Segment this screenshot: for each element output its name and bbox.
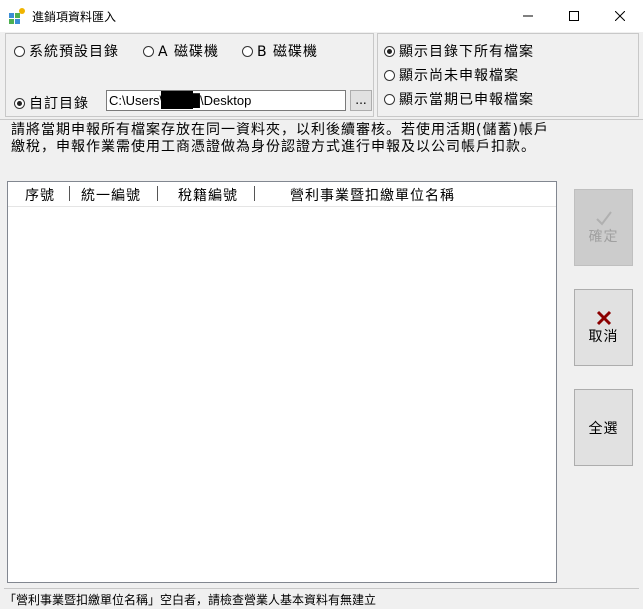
check-icon [595, 210, 612, 226]
radio-all-files[interactable]: 顯示目錄下所有檔案 [384, 41, 534, 61]
radio-indicator [14, 97, 25, 109]
column-header-tax-id[interactable]: 統一編號 [81, 185, 141, 205]
minimize-icon [523, 15, 533, 17]
window-title: 進銷項資料匯入 [32, 10, 117, 24]
confirm-label: 確定 [588, 228, 619, 245]
radio-filed-current[interactable]: 顯示當期已申報檔案 [384, 89, 534, 109]
column-header-tax-reg[interactable]: 稅籍編號 [178, 185, 238, 205]
radio-indicator [384, 93, 395, 105]
path-input[interactable] [106, 90, 346, 111]
divider [0, 119, 643, 120]
radio-indicator [384, 45, 395, 57]
column-header-company-name[interactable]: 營利事業暨扣繳單位名稱 [290, 185, 455, 205]
notice-text: 請將當期申報所有檔案存放在同一資料夾，以利後續審核。若使用活期(儲蓄)帳戶 繳稅… [11, 122, 631, 156]
radio-drive-b[interactable]: B 磁碟機 [242, 41, 318, 61]
column-divider[interactable] [157, 186, 158, 201]
radio-label: A 磁碟機 [158, 44, 220, 60]
radio-indicator [242, 45, 253, 57]
maximize-button[interactable] [551, 0, 597, 32]
cancel-label: 取消 [588, 328, 619, 345]
radio-indicator [143, 45, 154, 57]
column-divider[interactable] [254, 186, 255, 201]
list-header: 序號 統一編號 稅籍編號 營利事業暨扣繳單位名稱 [8, 182, 556, 207]
close-icon [615, 11, 625, 21]
radio-drive-a[interactable]: A 磁碟機 [143, 41, 219, 61]
app-grid-icon [9, 8, 25, 24]
browse-button[interactable]: ... [350, 90, 372, 111]
radio-label: 顯示當期已申報檔案 [399, 92, 534, 108]
column-divider[interactable] [69, 186, 70, 201]
status-bar: 「營利事業暨扣繳單位名稱」空白者，請檢查營業人基本資料有無建立 [4, 588, 639, 607]
file-list[interactable]: 序號 統一編號 稅籍編號 營利事業暨扣繳單位名稱 [7, 181, 557, 583]
confirm-button[interactable]: 確定 [574, 189, 633, 266]
cancel-button[interactable]: 取消 [574, 289, 633, 366]
radio-label: 系統預設目錄 [29, 44, 119, 60]
radio-label: 顯示尚未申報檔案 [399, 68, 519, 84]
select-all-button[interactable]: 全選 [574, 389, 633, 466]
radio-indicator [14, 45, 25, 57]
status-text: 「營利事業暨扣繳單位名稱」空白者，請檢查營業人基本資料有無建立 [4, 593, 377, 607]
x-icon [596, 310, 611, 325]
radio-not-filed[interactable]: 顯示尚未申報檔案 [384, 65, 519, 85]
minimize-button[interactable] [505, 0, 551, 32]
close-button[interactable] [597, 0, 643, 32]
column-header-serial[interactable]: 序號 [25, 185, 55, 205]
radio-default-dir[interactable]: 系統預設目錄 [14, 41, 119, 61]
radio-label: 自訂目錄 [29, 96, 89, 112]
redacted-username [161, 91, 193, 109]
radio-label: 顯示目錄下所有檔案 [399, 44, 534, 60]
maximize-icon [569, 11, 579, 21]
select-all-label: 全選 [588, 420, 619, 437]
radio-custom-dir[interactable]: 自訂目錄 [14, 93, 89, 113]
notice-line: 繳稅，申報作業需使用工商憑證做為身份認證方式進行申報及以公司帳戶扣款。 [11, 139, 536, 155]
main-window: 進銷項資料匯入 系統預設目錄 A 磁碟機 B 磁碟機 自訂目錄 ... 顯示目錄… [0, 0, 643, 609]
title-bar: 進銷項資料匯入 [0, 0, 643, 32]
radio-indicator [384, 69, 395, 81]
radio-label: B 磁碟機 [257, 44, 319, 60]
notice-line: 請將當期申報所有檔案存放在同一資料夾，以利後續審核。若使用活期(儲蓄)帳戶 [11, 122, 549, 138]
